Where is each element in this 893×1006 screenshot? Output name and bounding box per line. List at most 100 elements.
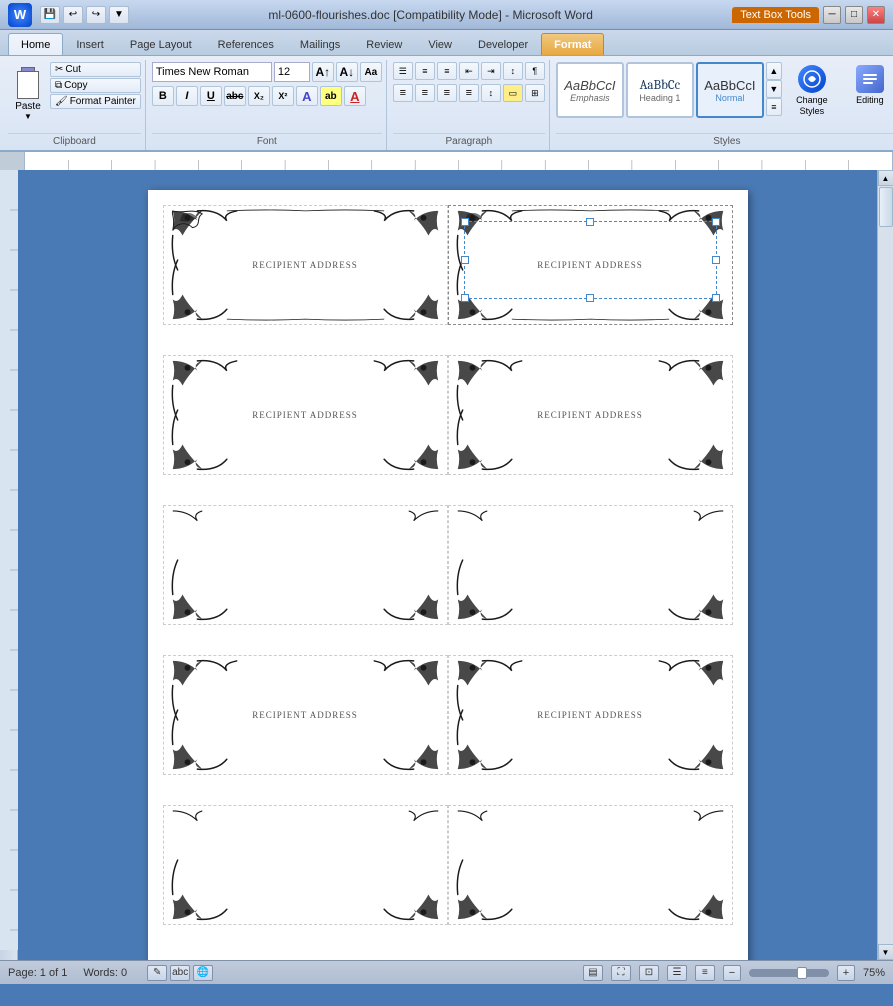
justify-btn[interactable]: ≡ xyxy=(459,84,479,102)
context-tab-label: Text Box Tools xyxy=(732,7,819,23)
decrease-indent-btn[interactable]: ⇤ xyxy=(459,62,479,80)
tab-references[interactable]: References xyxy=(205,33,287,55)
label-cell-2-0[interactable] xyxy=(163,505,448,625)
tab-home[interactable]: Home xyxy=(8,33,63,55)
grow-font-btn[interactable]: A↑ xyxy=(312,62,334,82)
undo-quick-btn[interactable]: ↩ xyxy=(63,6,83,24)
editing-label: Editing xyxy=(856,95,884,105)
clipboard-label: Clipboard xyxy=(8,133,141,148)
label-cell-0-1[interactable]: RECIPIENT ADDRESS xyxy=(448,205,733,325)
restore-btn[interactable]: □ xyxy=(845,6,863,24)
change-styles-btn[interactable]: ChangeStyles xyxy=(784,62,840,120)
increase-indent-btn[interactable]: ⇥ xyxy=(481,62,501,80)
strikethrough-btn[interactable]: abc xyxy=(224,86,246,106)
show-formatting-btn[interactable]: ¶ xyxy=(525,62,545,80)
zoom-bar[interactable] xyxy=(749,969,829,977)
web-layout-btn[interactable]: ⊡ xyxy=(639,965,659,981)
tab-mailings[interactable]: Mailings xyxy=(287,33,353,55)
window-controls[interactable]: ─ □ ✕ xyxy=(823,6,885,24)
bold-btn[interactable]: B xyxy=(152,86,174,106)
draft-btn[interactable]: ≡ xyxy=(695,965,715,981)
label-cell-2-1[interactable] xyxy=(448,505,733,625)
spell-check-icon[interactable]: abc xyxy=(170,965,190,981)
redo-quick-btn[interactable]: ↪ xyxy=(86,6,106,24)
scroll-thumb[interactable] xyxy=(879,187,893,227)
format-painter-btn[interactable]: 🖌 Format Painter xyxy=(50,94,141,109)
shrink-font-btn[interactable]: A↓ xyxy=(336,62,358,82)
copy-btn[interactable]: ⧉ Copy xyxy=(50,78,141,93)
title-bar: W 💾 ↩ ↪ ▼ ml-0600-flourishes.doc [Compat… xyxy=(0,0,893,30)
status-bar: Page: 1 of 1 Words: 0 ✎ abc 🌐 ▤ ⛶ ⊡ ☰ ≡ … xyxy=(0,960,893,984)
text-effects-btn[interactable]: A xyxy=(296,86,318,106)
label-cell-1-1[interactable]: RECIPIENT ADDRESS xyxy=(448,355,733,475)
language-icon[interactable]: 🌐 xyxy=(193,965,213,981)
multilevel-btn[interactable]: ≡ xyxy=(437,62,457,80)
shading-btn[interactable]: ▭ xyxy=(503,84,523,102)
line-spacing-btn[interactable]: ↕ xyxy=(481,84,501,102)
scroll-track[interactable] xyxy=(878,186,893,944)
tab-page-layout[interactable]: Page Layout xyxy=(117,33,205,55)
customize-quick-btn[interactable]: ▼ xyxy=(109,6,129,24)
tab-review[interactable]: Review xyxy=(353,33,415,55)
track-changes-icon[interactable]: ✎ xyxy=(147,965,167,981)
font-size-selector[interactable] xyxy=(274,62,310,82)
zoom-out-btn[interactable]: − xyxy=(723,965,741,981)
label-cell-1-0[interactable]: RECIPIENT ADDRESS xyxy=(163,355,448,475)
label-cell-3-1[interactable]: RECIPIENT ADDRESS xyxy=(448,655,733,775)
underline-btn[interactable]: U xyxy=(200,86,222,106)
borders-btn[interactable]: ⊞ xyxy=(525,84,545,102)
numbering-btn[interactable]: ≡ xyxy=(415,62,435,80)
editing-btn[interactable]: Editing xyxy=(842,62,893,108)
tab-format[interactable]: Format xyxy=(541,33,604,55)
document-area[interactable]: RECIPIENT ADDRESS xyxy=(18,170,877,960)
sort-btn[interactable]: ↕ xyxy=(503,62,523,80)
save-quick-btn[interactable]: 💾 xyxy=(40,6,60,24)
align-center-btn[interactable]: ≡ xyxy=(415,84,435,102)
styles-scroll-down[interactable]: ▼ xyxy=(766,80,782,98)
align-right-btn[interactable]: ≡ xyxy=(437,84,457,102)
handle-bl xyxy=(461,294,469,302)
vertical-scrollbar[interactable]: ▲ ▼ xyxy=(877,170,893,960)
style-normal[interactable]: AaBbCcI Normal xyxy=(696,62,764,118)
full-screen-btn[interactable]: ⛶ xyxy=(611,965,631,981)
scroll-down-arrow[interactable]: ▼ xyxy=(878,944,893,960)
outline-btn[interactable]: ☰ xyxy=(667,965,687,981)
status-icons: ✎ abc 🌐 xyxy=(147,965,213,981)
label-cell-4-1[interactable] xyxy=(448,805,733,925)
flourish-4-1 xyxy=(449,806,732,924)
tab-insert[interactable]: Insert xyxy=(63,33,117,55)
bullets-btn[interactable]: ☰ xyxy=(393,62,413,80)
align-left-btn[interactable]: ≡ xyxy=(393,84,413,102)
paragraph-group: ☰ ≡ ≡ ⇤ ⇥ ↕ ¶ ≡ ≡ ≡ ≡ ↕ ▭ ⊞ Paragraph xyxy=(389,60,550,150)
zoom-in-btn[interactable]: + xyxy=(837,965,855,981)
style-heading1[interactable]: AaBbCc Heading 1 xyxy=(626,62,694,118)
tab-view[interactable]: View xyxy=(415,33,465,55)
zoom-thumb[interactable] xyxy=(797,967,807,979)
highlight-btn[interactable]: ab xyxy=(320,86,342,106)
font-color-btn[interactable]: A xyxy=(344,86,366,106)
style-emphasis[interactable]: AaBbCcI Emphasis xyxy=(556,62,624,118)
page-status: Page: 1 of 1 xyxy=(8,967,67,979)
font-group: A↑ A↓ Aa B I U abc X₂ X² A ab A Font xyxy=(148,60,387,150)
minimize-btn[interactable]: ─ xyxy=(823,6,841,24)
superscript-btn[interactable]: X² xyxy=(272,86,294,106)
clear-format-btn[interactable]: Aa xyxy=(360,62,382,82)
close-btn[interactable]: ✕ xyxy=(867,6,885,24)
print-layout-btn[interactable]: ▤ xyxy=(583,965,603,981)
flourish-2-0 xyxy=(164,506,447,624)
words-status: Words: 0 xyxy=(83,967,127,979)
font-name-selector[interactable] xyxy=(152,62,272,82)
handle-br xyxy=(712,294,720,302)
scroll-up-arrow[interactable]: ▲ xyxy=(878,170,893,186)
styles-group: AaBbCcI Emphasis AaBbCc Heading 1 AaBbCc… xyxy=(552,60,893,150)
cut-btn[interactable]: ✂ Cut xyxy=(50,62,141,77)
tab-developer[interactable]: Developer xyxy=(465,33,541,55)
styles-scroll-up[interactable]: ▲ xyxy=(766,62,782,80)
italic-btn[interactable]: I xyxy=(176,86,198,106)
styles-expand[interactable]: ≡ xyxy=(766,98,782,116)
label-cell-3-0[interactable]: RECIPIENT ADDRESS xyxy=(163,655,448,775)
label-cell-4-0[interactable] xyxy=(163,805,448,925)
subscript-btn[interactable]: X₂ xyxy=(248,86,270,106)
paste-btn[interactable]: Paste ▼ xyxy=(8,62,48,126)
label-cell-0-0[interactable]: RECIPIENT ADDRESS xyxy=(163,205,448,325)
